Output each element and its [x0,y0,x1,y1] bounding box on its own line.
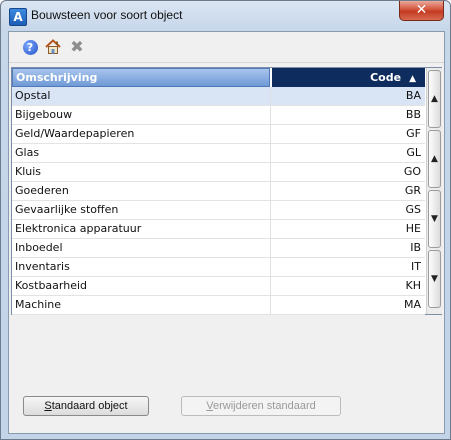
column-header-code-label: Code [370,71,402,84]
object-grid: Omschrijving Code ▲ Opstal BA Bijgebouw BB … [11,67,442,315]
cell-code: HE [405,222,421,235]
title-bar[interactable]: A Bouwsteen voor soort object ✕ [1,1,450,31]
home-icon [45,39,61,54]
window-title: Bouwsteen voor soort object [31,8,183,22]
cell-description: Kluis [15,165,42,178]
cell-code: BB [405,108,421,121]
grid-rows: Opstal BA Bijgebouw BB Geld/Waardepapieren… [12,87,425,315]
column-divider [270,220,271,238]
column-divider [270,201,271,219]
table-row[interactable]: Machine MA [12,296,425,315]
table-row[interactable]: Glas GL [12,144,425,163]
scroll-bottom-button[interactable]: ▼ [428,250,441,308]
table-row[interactable]: Geld/Waardepapieren GF [12,125,425,144]
column-divider [270,163,271,181]
cell-description: Inboedel [15,241,63,254]
chevron-up-icon: ▲ [431,94,438,104]
help-icon: ? [22,39,38,55]
table-row[interactable]: Bijgebouw BB [12,106,425,125]
cell-code: KH [405,279,422,292]
table-row[interactable]: Inboedel IB [12,239,425,258]
close-icon: ✖ [70,37,84,56]
cell-code: GO [403,165,421,178]
table-row[interactable]: Goederen GR [12,182,425,201]
column-divider [270,144,271,162]
sort-ascending-icon: ▲ [409,74,416,84]
column-divider [270,106,271,124]
close-toolbar-button[interactable]: ✖ [68,38,86,56]
cell-description: Opstal [15,89,51,102]
standaard-object-label: tandaard object [51,400,128,412]
home-button[interactable] [44,38,62,56]
cell-code: IB [410,241,421,254]
dialog-client-area: ? ✖ Omschrijving Code ▲ Opstal BA Bijgeb… [8,31,445,434]
table-row[interactable]: Gevaarlijke stoffen GS [12,201,425,220]
chevron-down-icon: ▼ [431,214,438,224]
cell-code: MA [403,298,421,311]
cell-description: Machine [15,298,62,311]
cell-code: GL [406,146,421,159]
table-row[interactable]: Elektronica apparatuur HE [12,220,425,239]
column-header-code[interactable]: Code ▲ [272,68,425,87]
column-header-omschrijving[interactable]: Omschrijving [12,68,270,87]
column-divider [270,182,271,200]
column-divider [270,125,271,143]
cell-description: Glas [15,146,40,159]
chevron-up-icon: ▲ [431,154,438,164]
verwijderen-standaard-mnemonic: V [206,400,213,412]
table-row[interactable]: Kluis GO [12,163,425,182]
window-close-button[interactable]: ✕ [399,1,444,21]
cell-description: Bijgebouw [15,108,73,121]
cell-code: GF [406,127,421,140]
cell-code: GR [404,184,421,197]
cell-code: IT [411,260,421,273]
chevron-down-icon: ▼ [431,274,438,284]
cell-description: Elektronica apparatuur [15,222,142,235]
app-icon: A [9,8,27,26]
help-button[interactable]: ? [21,38,39,56]
grid-header: Omschrijving Code ▲ [12,68,425,87]
table-row[interactable]: Kostbaarheid KH [12,277,425,296]
cell-code: GS [405,203,421,216]
cell-description: Gevaarlijke stoffen [15,203,119,216]
standaard-object-button[interactable]: Standaard object [23,396,149,416]
scroll-top-button[interactable]: ▲ [428,70,441,128]
verwijderen-standaard-label: erwijderen standaard [213,400,316,412]
column-divider [270,258,271,276]
toolbar: ? ✖ [9,32,444,63]
cell-description: Kostbaarheid [15,279,88,292]
scroll-page-up-button[interactable]: ▲ [428,130,441,188]
scroll-page-down-button[interactable]: ▼ [428,190,441,248]
column-divider [270,277,271,295]
column-divider [270,87,271,105]
cell-description: Inventaris [15,260,70,273]
cell-description: Goederen [15,184,69,197]
table-row[interactable]: Inventaris IT [12,258,425,277]
column-divider [270,239,271,257]
dialog-window: A Bouwsteen voor soort object ✕ ? ✖ Omsc… [0,0,451,440]
vertical-scrollbar[interactable]: ▲ ▲ ▼ ▼ [426,68,442,314]
table-row[interactable]: Opstal BA [12,87,425,106]
cell-description: Geld/Waardepapieren [15,127,135,140]
verwijderen-standaard-button[interactable]: Verwijderen standaard [181,396,341,416]
standaard-object-mnemonic: S [44,400,52,412]
cell-code: BA [405,89,421,102]
column-divider [270,296,271,314]
